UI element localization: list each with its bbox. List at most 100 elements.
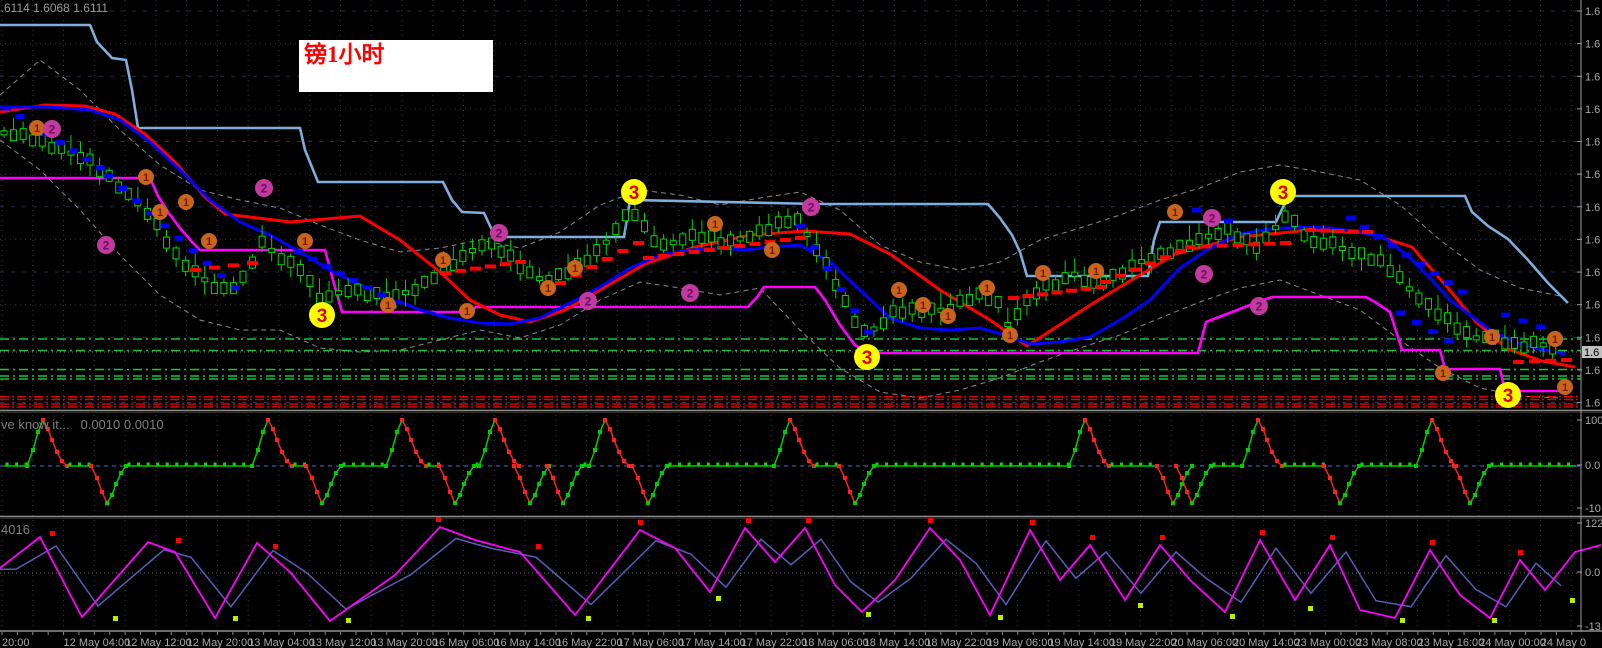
axis-label: 1: [945, 311, 951, 323]
axis-label: 2: [585, 294, 592, 308]
time-label: 19 May 22:00: [1110, 637, 1177, 648]
signal-markers: 1 1 1 1 1 1 1 1 1 1 1 1 1 1 1 1 1 1 1 1 1 1 1 1 1 2 2 2 2 2 2 2 2 2 2 3 3 3 3 3: [29, 120, 1573, 408]
step-dot-series: [2, 105, 1572, 364]
axis-label: 1: [143, 172, 149, 184]
axis-label: 1: [1440, 368, 1446, 380]
indicator3-label: 4016: [1, 522, 30, 537]
axis-label: 1: [1489, 332, 1495, 344]
indicator3-scale-label: -13: [1585, 621, 1601, 633]
time-label: 17 May 06:00: [618, 637, 685, 648]
price-axis[interactable]: 1.6 1.6 1.6 1.6 1.6 1.6 1.6 1.6 1.6 1.6 1.6 1.6 1.6 1…: [1577, 0, 1602, 633]
signal-1-circle: 1: [1088, 263, 1104, 279]
time-label: 23 May 08:00: [1356, 637, 1423, 648]
axis-label: 2: [1209, 211, 1216, 225]
axis-label: 1: [984, 283, 990, 295]
axis-label: 1: [1172, 207, 1178, 219]
ohlc-readout: 1.6114 1.6068 1.6111: [0, 1, 109, 15]
axis-label: 2: [103, 238, 110, 252]
indicator3-scale-label: 122: [1585, 518, 1602, 530]
axis-label: 2: [49, 122, 56, 136]
grid-vertical: [1, 0, 1572, 630]
axis-label: 1: [385, 300, 391, 312]
signal-1-circle: 1: [29, 120, 45, 136]
axis-label: 1: [1040, 268, 1046, 280]
signal-2-circle: 2: [579, 292, 597, 310]
signal-1-circle: 1: [567, 260, 583, 276]
trading-chart-window: 1111111111111111111111111222222222233333…: [0, 0, 1602, 648]
axis-label: 3: [1503, 386, 1514, 407]
signal-1-circle: 1: [201, 233, 217, 249]
signal-1-circle: 1: [1547, 331, 1563, 347]
signal-3-circle: 3: [309, 302, 335, 328]
signal-1-circle: 1: [540, 280, 556, 296]
signal-1-circle: 1: [1435, 365, 1451, 381]
price-label: 1.6: [1585, 169, 1600, 181]
time-label: 13 May 20:00: [371, 637, 438, 648]
axis-label: 2: [808, 200, 815, 214]
axis-label: 1: [34, 123, 40, 135]
time-label: 12 May 20:00: [187, 637, 254, 648]
price-label: 1.6: [1585, 300, 1600, 312]
time-label: 20:00: [2, 637, 30, 648]
time-label: 13 May 04:00: [248, 637, 315, 648]
axis-label: 1: [440, 255, 446, 267]
oscillator-main-line: [0, 525, 1602, 623]
time-label: 23 May 16:00: [1418, 637, 1485, 648]
signal-1-circle: 1: [940, 308, 956, 324]
time-label: 16 May 06:00: [433, 637, 500, 648]
indicator2-label: ve know it... 0.0010 0.0010: [1, 417, 164, 432]
signal-1-circle: 1: [152, 204, 168, 220]
signal-2-circle: 2: [1250, 297, 1268, 315]
axis-label: 1: [157, 207, 163, 219]
time-label: 12 May 04:00: [64, 637, 131, 648]
price-label: 1.6: [1585, 202, 1600, 214]
indicator-pane-3[interactable]: [0, 517, 1602, 623]
signal-1-circle: 1: [707, 216, 723, 232]
time-label: 18 May 06:00: [802, 637, 869, 648]
axis-label: 2: [1256, 299, 1263, 313]
signal-2-circle: 2: [255, 179, 273, 197]
time-axis[interactable]: 20:00 12 May 04:0012 May 12:0012 May 20:0…: [1, 632, 1586, 648]
axis-label: 2: [261, 181, 268, 195]
axis-label: 1: [1007, 330, 1013, 342]
candles: [0, 117, 1557, 361]
time-label: 18 May 14:00: [864, 637, 931, 648]
indicator2-scale-label: -10: [1585, 503, 1601, 515]
price-label: 1.6: [1585, 104, 1600, 116]
axis-label: 1: [302, 236, 308, 248]
signal-1-circle: 1: [1167, 204, 1183, 220]
axis-label: 1: [1093, 266, 1099, 278]
price-label: 1.6: [1585, 332, 1600, 344]
time-label: 24 May 00:00: [1479, 637, 1546, 648]
bollinger-lower: [0, 139, 1561, 399]
signal-1-circle: 1: [380, 297, 396, 313]
signal-1-circle: 1: [178, 194, 194, 210]
axis-label: 3: [629, 183, 640, 204]
time-label: 24 May 0: [1541, 637, 1586, 648]
chart-canvas[interactable]: 11111 11111111111111 1111 11222222222233333…: [0, 0, 1602, 648]
slow-ma-line: [0, 103, 1576, 369]
axis-label: 1: [920, 300, 926, 312]
axis-label: 2: [496, 226, 503, 240]
price-label: 1.6: [1585, 39, 1600, 51]
price-label: 1.6: [1585, 234, 1600, 246]
signal-2-circle: 2: [97, 236, 115, 254]
price-label: 1.6: [1585, 267, 1600, 279]
time-label: 23 May 00:00: [1295, 637, 1362, 648]
signal-3-circle: 3: [621, 179, 647, 205]
signal-1-circle: 1: [1002, 327, 1018, 343]
axis-label: 1: [206, 236, 212, 248]
signal-3-circle: 3: [854, 344, 880, 370]
axis-label: 1: [712, 219, 718, 231]
indicator-pane-2[interactable]: [0, 418, 1581, 505]
axis-label: 1: [464, 306, 470, 318]
axis-label: 3: [317, 306, 328, 327]
signal-2-circle: 2: [490, 224, 508, 242]
signal-2-circle: 2: [802, 198, 820, 216]
time-label: 16 May 22:00: [556, 637, 623, 648]
signal-2-circle: 2: [1195, 265, 1213, 283]
note-box[interactable]: 镑1小时: [299, 40, 493, 92]
signal-1-circle: 1: [459, 303, 475, 319]
signal-1-circle: 1: [979, 280, 995, 296]
axis-label: 2: [687, 286, 694, 300]
